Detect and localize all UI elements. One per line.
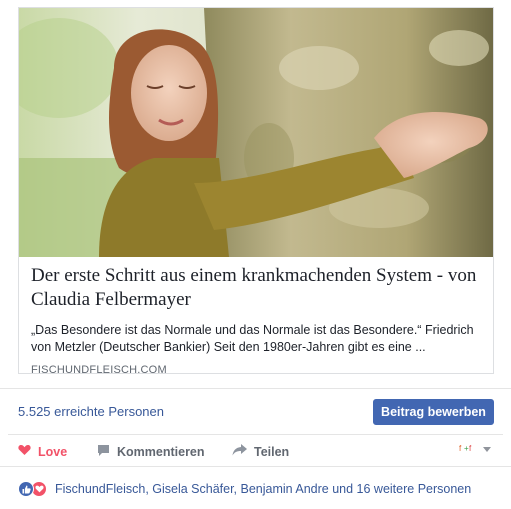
reach-count-link[interactable]: 5.525 erreichte Personen [18,404,164,419]
facebook-post: Der erste Schritt aus einem krankmachend… [0,0,511,509]
woman-hugging-tree-photo [19,8,493,257]
love-label: Love [38,444,68,459]
page-avatar-icon: f + f [458,443,476,456]
heart-icon [18,444,31,459]
link-description: „Das Besondere ist das Normale und das N… [31,323,474,354]
comment-label: Kommentieren [117,445,205,459]
love-button[interactable]: Love [18,444,67,459]
comment-button[interactable]: Kommentieren [97,444,205,460]
link-domain: FISCHUNDFLEISCH.COM [31,364,167,374]
comment-icon [97,444,110,460]
share-arrow-icon [232,444,247,459]
chevron-down-icon [483,447,491,452]
link-title[interactable]: Der erste Schritt aus einem krankmachend… [31,264,483,312]
reactions-summary[interactable]: FischundFleisch, Gisela Schäfer, Benjami… [0,466,511,509]
reaction-icons [18,481,47,497]
post-as-selector[interactable]: f + f [458,443,491,456]
link-preview-card[interactable]: Der erste Schritt aus einem krankmachend… [18,7,494,374]
post-actions-bar: Love Kommentieren Teilen f + f [8,434,503,467]
reactors-list-link[interactable]: FischundFleisch, Gisela Schäfer, Benjami… [55,482,471,496]
link-preview-image[interactable] [19,8,493,257]
boost-post-button[interactable]: Beitrag bewerben [373,399,494,425]
post-insights-row: 5.525 erreichte Personen Beitrag bewerbe… [0,388,511,435]
like-reaction-icon [18,481,34,497]
share-button[interactable]: Teilen [232,444,289,459]
share-label: Teilen [254,444,290,459]
link-preview-text: Der erste Schritt aus einem krankmachend… [31,264,483,374]
